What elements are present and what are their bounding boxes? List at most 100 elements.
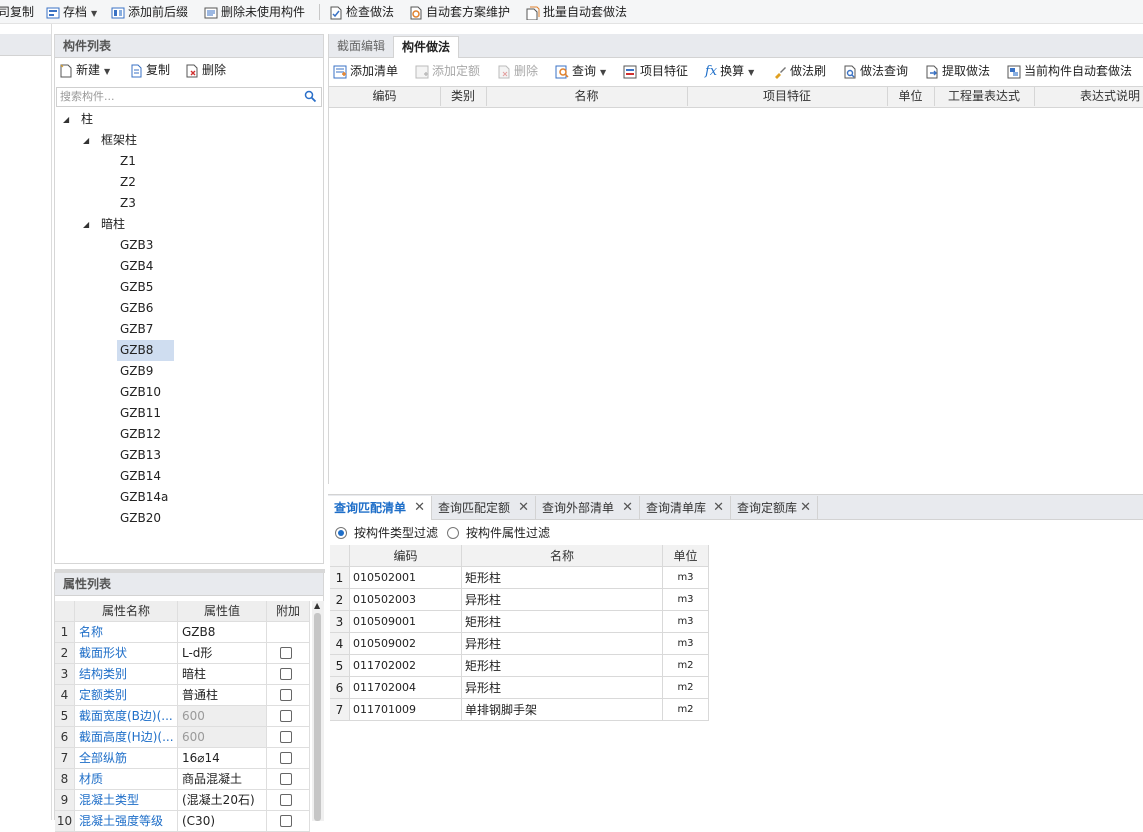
new-component-button[interactable]: 新建 ▼ <box>59 58 110 82</box>
property-value[interactable]: 暗柱 <box>178 664 267 685</box>
tree-item[interactable]: 暗柱 <box>98 214 128 235</box>
query-tab[interactable]: 查询清单库 ✕ <box>640 496 731 520</box>
property-value[interactable]: (C30) <box>178 811 267 832</box>
item-name[interactable]: 异形柱 <box>462 589 663 611</box>
column-header[interactable]: 类别 <box>440 87 487 106</box>
method-query-button[interactable]: 做法查询 <box>843 58 908 82</box>
filter-by-type-label[interactable]: 按构件类型过滤 <box>354 521 438 545</box>
property-name[interactable]: 截面形状 <box>75 643 178 664</box>
item-code[interactable]: 010509001 <box>350 611 462 633</box>
tree-item[interactable]: GZB10 <box>117 382 164 403</box>
delete-unused-button[interactable]: 删除未使用构件 <box>204 0 305 24</box>
property-value[interactable]: 600 <box>178 706 267 727</box>
property-name[interactable]: 结构类别 <box>75 664 178 685</box>
extra-checkbox[interactable] <box>280 794 292 806</box>
tree-item[interactable]: 框架柱 <box>98 130 140 151</box>
convert-button[interactable]: fx 换算 ▼ <box>705 58 754 82</box>
expand-triangle-icon[interactable]: ◢ <box>83 220 89 230</box>
search-icon[interactable] <box>304 90 317 103</box>
item-unit[interactable]: m3 <box>663 633 709 655</box>
tree-item[interactable]: GZB20 <box>117 508 164 529</box>
item-code[interactable]: 011701009 <box>350 699 462 721</box>
tree-item[interactable]: GZB12 <box>117 424 164 445</box>
query-tab[interactable]: 查询定额库 ✕ <box>731 496 818 520</box>
column-header[interactable]: 单位 <box>663 545 709 567</box>
property-name[interactable]: 混凝土强度等级 <box>75 811 178 832</box>
item-name[interactable]: 矩形柱 <box>462 611 663 633</box>
item-code[interactable]: 010509002 <box>350 633 462 655</box>
tree-item[interactable]: GZB14 <box>117 466 164 487</box>
extra-checkbox[interactable] <box>280 710 292 722</box>
column-header[interactable]: 工程量表达式 <box>934 87 1035 106</box>
expand-triangle-icon[interactable]: ◢ <box>63 115 69 125</box>
property-value[interactable]: GZB8 <box>178 622 267 643</box>
column-header[interactable]: 名称 <box>486 87 688 106</box>
item-name[interactable]: 矩形柱 <box>462 567 663 589</box>
property-scrollbar[interactable]: ▲ <box>312 601 324 821</box>
add-list-button[interactable]: 添加清单 <box>333 58 398 82</box>
close-icon[interactable]: ✕ <box>622 496 633 520</box>
delete-method-button[interactable]: 删除 <box>497 58 538 82</box>
tree-item[interactable]: GZB11 <box>117 403 164 424</box>
extra-checkbox[interactable] <box>280 815 292 827</box>
scroll-thumb[interactable] <box>314 613 321 821</box>
extra-checkbox[interactable] <box>280 689 292 701</box>
property-name[interactable]: 材质 <box>75 769 178 790</box>
item-name[interactable]: 异形柱 <box>462 633 663 655</box>
scroll-up-icon[interactable]: ▲ <box>314 601 320 610</box>
item-unit[interactable]: m2 <box>663 677 709 699</box>
property-value[interactable]: 600 <box>178 727 267 748</box>
expand-triangle-icon[interactable]: ◢ <box>83 136 89 146</box>
tree-item[interactable]: GZB9 <box>117 361 156 382</box>
tree-item[interactable]: GZB7 <box>117 319 156 340</box>
panel-splitter[interactable] <box>55 569 325 573</box>
search-component-input[interactable]: 搜索构件... <box>56 87 322 107</box>
item-unit[interactable]: m3 <box>663 589 709 611</box>
item-name[interactable]: 异形柱 <box>462 677 663 699</box>
property-value[interactable]: L-d形 <box>178 643 267 664</box>
item-code[interactable]: 010502003 <box>350 589 462 611</box>
tree-item[interactable]: GZB5 <box>117 277 156 298</box>
property-name[interactable]: 定额类别 <box>75 685 178 706</box>
property-value[interactable]: 16⌀14 <box>178 748 267 769</box>
query-tab[interactable]: 查询外部清单 ✕ <box>536 496 640 520</box>
close-icon[interactable]: ✕ <box>713 496 724 520</box>
check-method-button[interactable]: 检查做法 <box>329 0 394 24</box>
item-code[interactable]: 010502001 <box>350 567 462 589</box>
extra-checkbox[interactable] <box>280 731 292 743</box>
property-name[interactable]: 截面高度(H边)(... <box>75 727 178 748</box>
tree-item[interactable]: GZB14a <box>117 487 171 508</box>
filter-by-type-radio[interactable] <box>335 527 347 539</box>
tree-item[interactable]: 柱 <box>78 109 96 130</box>
item-unit[interactable]: m2 <box>663 655 709 677</box>
query-tab[interactable]: 查询匹配清单 ✕ <box>328 496 432 520</box>
tab-section-edit[interactable]: 截面编辑 <box>329 36 393 57</box>
item-code[interactable]: 011702004 <box>350 677 462 699</box>
filter-by-attr-label[interactable]: 按构件属性过滤 <box>466 521 550 545</box>
extra-checkbox[interactable] <box>280 668 292 680</box>
close-icon[interactable]: ✕ <box>800 496 811 520</box>
auto-scheme-button[interactable]: 自动套方案维护 <box>409 0 510 24</box>
add-prefix-suffix-button[interactable]: 添加前后缀 <box>111 0 188 24</box>
copy-button[interactable]: 司复制 <box>0 0 34 24</box>
copy-component-button[interactable]: 复制 <box>129 58 170 82</box>
item-name[interactable]: 矩形柱 <box>462 655 663 677</box>
extra-checkbox[interactable] <box>280 752 292 764</box>
add-quota-button[interactable]: 添加定额 <box>415 58 480 82</box>
tree-item[interactable]: GZB13 <box>117 445 164 466</box>
item-unit[interactable]: m3 <box>663 567 709 589</box>
column-header[interactable]: 表达式说明 <box>1034 87 1143 106</box>
tree-item[interactable]: GZB3 <box>117 235 156 256</box>
project-feature-button[interactable]: 项目特征 <box>623 58 688 82</box>
batch-auto-button[interactable]: 批量自动套做法 <box>526 0 627 24</box>
auto-apply-button[interactable]: 当前构件自动套做法 <box>1007 58 1132 82</box>
column-header[interactable]: 名称 <box>462 545 663 567</box>
query-button[interactable]: 查询 ▼ <box>555 58 606 82</box>
delete-component-button[interactable]: 删除 <box>185 58 226 82</box>
property-name[interactable]: 混凝土类型 <box>75 790 178 811</box>
extra-checkbox[interactable] <box>280 773 292 785</box>
filter-by-attr-radio[interactable] <box>447 527 459 539</box>
tree-item[interactable]: Z3 <box>117 193 139 214</box>
column-header[interactable]: 单位 <box>887 87 935 106</box>
item-unit[interactable]: m2 <box>663 699 709 721</box>
